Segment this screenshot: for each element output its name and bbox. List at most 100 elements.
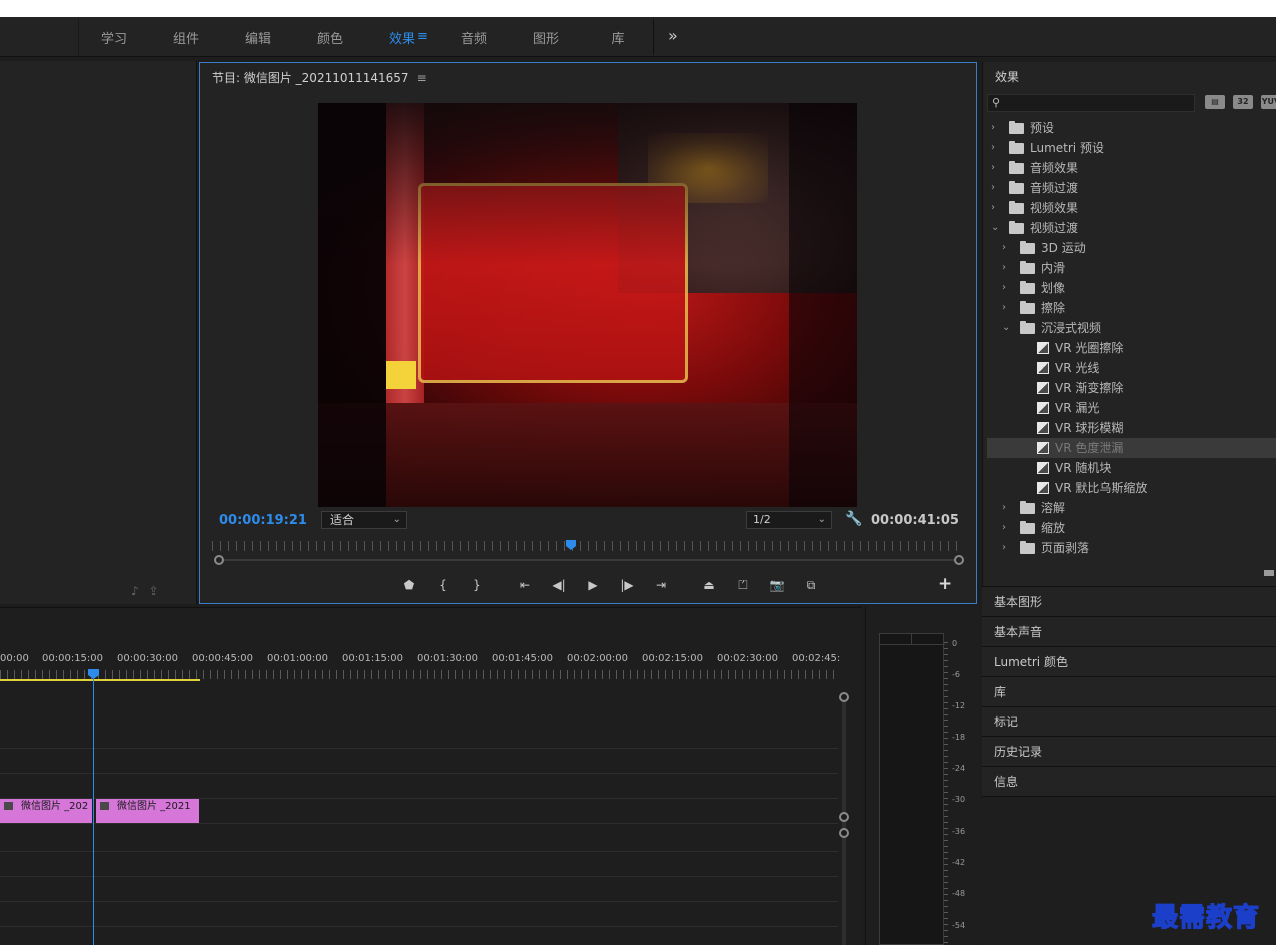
lift-button[interactable]: ⏏ (692, 578, 726, 592)
duration-timecode: 00:00:41:05 (871, 513, 959, 528)
effect-item[interactable]: VR 漏光 (987, 398, 1276, 418)
effect-folder[interactable]: ⌄ 视频过渡 (987, 218, 1276, 238)
scrollbar-handle[interactable] (839, 812, 849, 822)
timeline-time-ruler[interactable] (0, 670, 838, 679)
accelerated-effects-filter-icon[interactable]: ▤ (1205, 95, 1225, 109)
chevron-down-icon[interactable]: ⌄ (1002, 318, 1010, 338)
folder-icon (1009, 181, 1024, 194)
step-forward-button[interactable]: |▶ (610, 578, 644, 592)
effect-item[interactable]: VR 默比乌斯缩放 (987, 478, 1276, 498)
effect-item[interactable]: VR 随机块 (987, 458, 1276, 478)
program-monitor-title: 节目: 微信图片 _20211011141657 ≡ (212, 69, 427, 86)
effect-folder[interactable]: ⌄ 沉浸式视频 (987, 318, 1276, 338)
timeline-clip[interactable]: 微信图片 _2021 (96, 799, 199, 823)
32bit-effects-filter-icon[interactable]: 32 (1233, 95, 1253, 109)
panel-essential-graphics[interactable]: 基本图形 (982, 586, 1276, 616)
effect-folder[interactable]: › Lumetri 预设 (987, 138, 1276, 158)
timeline-vertical-scrollbar[interactable] (839, 692, 849, 945)
effect-folder[interactable]: › 3D 运动 (987, 238, 1276, 258)
scrollbar-right-handle[interactable] (954, 555, 964, 565)
folder-icon (1020, 541, 1035, 554)
export-icon[interactable]: ⇪ (149, 584, 169, 598)
effect-folder[interactable]: › 音频过渡 (987, 178, 1276, 198)
chevron-right-icon[interactable]: › (991, 118, 995, 138)
chevron-right-icon[interactable]: › (991, 198, 995, 218)
panel-markers[interactable]: 标记 (982, 706, 1276, 736)
scrollbar-handle[interactable] (839, 692, 849, 702)
effect-item[interactable]: VR 色度泄漏 (987, 438, 1276, 458)
chevron-down-icon[interactable]: ⌄ (991, 218, 999, 238)
timeline-playhead-line[interactable] (93, 678, 94, 945)
playhead-timecode[interactable]: 00:00:19:21 (219, 513, 307, 528)
chevron-right-icon[interactable]: › (1002, 538, 1006, 558)
workspace-tab-color[interactable]: 颜色 (294, 28, 366, 47)
chevron-right-icon[interactable]: › (1002, 238, 1006, 258)
workspace-tab-assembly[interactable]: 组件 (150, 28, 222, 47)
extract-button[interactable]: ⏍ (726, 578, 760, 593)
effect-item[interactable]: VR 球形模糊 (987, 418, 1276, 438)
transport-controls: ⬟ { } ⇤ ◀| ▶ |▶ ⇥ ⏏ ⏍ 📷 ⧉ (392, 573, 828, 597)
effect-tree-label: VR 随机块 (1055, 461, 1112, 475)
go-to-out-button[interactable]: ⇥ (644, 578, 678, 592)
program-zoom-scrollbar[interactable] (214, 555, 964, 565)
workspace-tab-audio[interactable]: 音频 (438, 28, 510, 47)
more-workspaces-icon[interactable]: » (668, 26, 678, 45)
effect-item[interactable]: VR 光圈擦除 (987, 338, 1276, 358)
export-frame-camera-icon[interactable]: 📷 (760, 578, 794, 592)
workspace-tab-graphics[interactable]: 图形 (510, 28, 582, 47)
chevron-right-icon[interactable]: › (991, 158, 995, 178)
workspace-tab-libraries[interactable]: 库 (582, 28, 654, 47)
playback-resolution-select[interactable]: 1/2 ⌄ (746, 511, 832, 529)
preset-folder-icon (1009, 121, 1024, 134)
scrollbar-left-handle[interactable] (214, 555, 224, 565)
go-to-in-button[interactable]: ⇤ (508, 578, 542, 592)
mark-out-button[interactable]: } (460, 578, 494, 592)
chevron-right-icon[interactable]: › (1002, 278, 1006, 298)
workspace-tab-editing[interactable]: 编辑 (222, 28, 294, 47)
effects-scrollbar[interactable] (1264, 570, 1274, 576)
chevron-right-icon[interactable]: › (1002, 518, 1006, 538)
panel-info[interactable]: 信息 (982, 766, 1276, 796)
insert-icon[interactable]: ♪ (131, 584, 149, 598)
chevron-right-icon[interactable]: › (1002, 298, 1006, 318)
add-marker-button[interactable]: ⬟ (392, 578, 426, 592)
ruler-label: 00:00:15:00 (42, 653, 104, 664)
meter-scale-label: -12 (952, 701, 966, 710)
program-time-ruler[interactable] (212, 541, 964, 551)
step-back-button[interactable]: ◀| (542, 578, 576, 592)
work-area-bar[interactable] (0, 679, 200, 681)
effect-folder[interactable]: › 划像 (987, 278, 1276, 298)
effect-folder[interactable]: › 音频效果 (987, 158, 1276, 178)
effect-folder[interactable]: › 溶解 (987, 498, 1276, 518)
effect-folder[interactable]: › 页面剥落 (987, 538, 1276, 558)
effect-folder[interactable]: › 预设 (987, 118, 1276, 138)
chevron-right-icon[interactable]: › (1002, 498, 1006, 518)
panel-history[interactable]: 历史记录 (982, 736, 1276, 766)
panel-lumetri-color[interactable]: Lumetri 颜色 (982, 646, 1276, 676)
compare-view-button[interactable]: ⧉ (794, 578, 828, 593)
button-editor-plus-icon[interactable]: + (938, 574, 952, 594)
play-button[interactable]: ▶ (576, 578, 610, 592)
effect-item[interactable]: VR 光线 (987, 358, 1276, 378)
effect-folder[interactable]: › 内滑 (987, 258, 1276, 278)
effect-folder[interactable]: › 擦除 (987, 298, 1276, 318)
scrollbar-handle[interactable] (839, 828, 849, 838)
effects-search-input[interactable]: ⚲ (987, 94, 1195, 112)
panel-menu-icon[interactable]: ≡ (417, 71, 427, 85)
effect-folder[interactable]: › 视频效果 (987, 198, 1276, 218)
panel-essential-sound[interactable]: 基本声音 (982, 616, 1276, 646)
mark-in-button[interactable]: { (426, 578, 460, 592)
workspace-tab-learn[interactable]: 学习 (78, 28, 150, 47)
timeline-clip[interactable]: 微信图片 _202 (0, 799, 92, 823)
workspace-menu-icon[interactable]: ≡ (417, 29, 428, 44)
effect-item[interactable]: VR 渐变擦除 (987, 378, 1276, 398)
chevron-right-icon[interactable]: › (991, 178, 995, 198)
yuv-effects-filter-icon[interactable]: YUV (1261, 95, 1276, 109)
zoom-level-select[interactable]: 适合 ⌄ (321, 511, 407, 529)
effect-folder[interactable]: › 缩放 (987, 518, 1276, 538)
settings-wrench-icon[interactable]: 🔧 (845, 511, 862, 527)
panel-libraries[interactable]: 库 (982, 676, 1276, 706)
chevron-right-icon[interactable]: › (991, 138, 995, 158)
chevron-right-icon[interactable]: › (1002, 258, 1006, 278)
workspace-tabs: 学习 组件 编辑 颜色 效果 音频 图形 库 (78, 17, 654, 57)
